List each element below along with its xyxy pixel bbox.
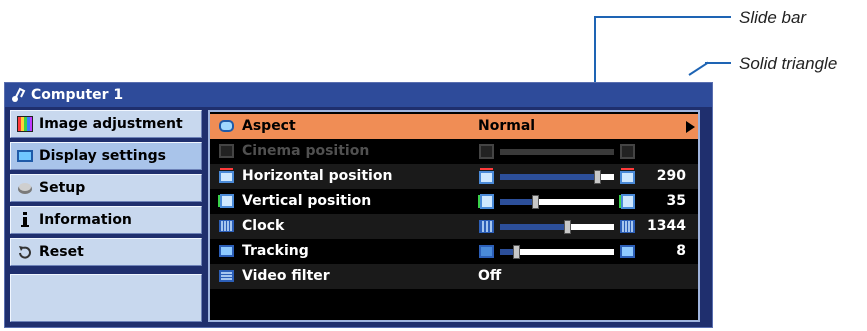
horizontal-position-slider[interactable]: [478, 168, 635, 185]
callout-solid-triangle: Solid triangle: [739, 54, 838, 73]
menu-row-horizontal-position[interactable]: Horizontal position 290: [210, 164, 698, 189]
sidebar-item-information[interactable]: Information: [10, 206, 202, 234]
menu-row-video-filter[interactable]: Video filter Off: [210, 264, 698, 289]
sidebar-item-label: Information: [39, 212, 132, 228]
cinema-position-slider: [478, 143, 635, 160]
sidebar-item-reset[interactable]: Reset: [10, 238, 202, 266]
menu-row-label: Video filter: [242, 268, 330, 284]
menu-row-label: Horizontal position: [242, 168, 393, 184]
display-settings-icon: [17, 150, 33, 162]
menu-row-label: Tracking: [242, 243, 309, 259]
aspect-icon: [219, 120, 234, 132]
menu-row-tracking[interactable]: Tracking 8: [210, 239, 698, 264]
slider-min-icon: [478, 194, 494, 209]
slider-fill: [500, 174, 598, 180]
sidebar-item-label: Reset: [39, 244, 84, 260]
setup-icon: [18, 183, 32, 194]
callout-line-slide-bar: [594, 16, 731, 18]
slider-fill: [500, 224, 568, 230]
settings-panel: Aspect Normal Cinema position Horizontal…: [208, 110, 700, 322]
slider-max-icon: [619, 194, 635, 209]
slider-max-icon: [620, 220, 635, 233]
sidebar-item-image-adjustment[interactable]: Image adjustment: [10, 110, 202, 138]
menu-row-value: 290: [656, 168, 686, 184]
information-icon: [21, 212, 29, 227]
slider-max-icon: [620, 144, 635, 159]
slider-track: [500, 149, 614, 155]
sidebar-item-label: Image adjustment: [39, 116, 183, 132]
image-adjustment-icon: [17, 116, 33, 132]
slider-fill: [500, 199, 536, 205]
callout-line-solid-triangle-diag: [688, 61, 709, 76]
slider-knob[interactable]: [594, 170, 601, 184]
sidebar-item-label: Display settings: [39, 148, 166, 164]
slider-track: [500, 245, 614, 259]
tracking-slider[interactable]: [478, 243, 635, 260]
menu-row-label: Clock: [242, 218, 285, 234]
slider-knob[interactable]: [513, 245, 520, 259]
menu-row-value: Off: [478, 268, 502, 284]
menu-row-label: Cinema position: [242, 143, 370, 159]
menu-row-label: Vertical position: [242, 193, 372, 209]
horizontal-position-icon: [219, 168, 234, 183]
callout-slide-bar: Slide bar: [739, 8, 807, 27]
menu-row-vertical-position[interactable]: Vertical position 35: [210, 189, 698, 214]
sidebar-item-display-settings[interactable]: Display settings: [10, 142, 202, 170]
osd-window: Computer 1 Image adjustment Display sett…: [4, 82, 713, 328]
vertical-position-icon: [218, 194, 234, 208]
window-title: Computer 1: [31, 87, 124, 103]
menu-row-value: 35: [666, 193, 686, 209]
sidebar-item-setup[interactable]: Setup: [10, 174, 202, 202]
vertical-position-slider[interactable]: [478, 193, 635, 210]
tracking-icon: [219, 245, 234, 257]
slider-max-icon: [620, 245, 635, 258]
clock-slider[interactable]: [478, 218, 635, 235]
reset-icon: [19, 246, 31, 259]
menu-row-value: 8: [676, 243, 686, 259]
video-filter-icon: [219, 270, 234, 282]
menu-row-aspect[interactable]: Aspect Normal: [210, 114, 698, 139]
menu-row-value: 1344: [647, 218, 686, 234]
slider-min-icon: [479, 220, 494, 233]
menu-row-value: Normal: [478, 118, 536, 134]
menu-row-label: Aspect: [242, 118, 296, 134]
menu-row-clock[interactable]: Clock 1344: [210, 214, 698, 239]
slider-min-icon: [479, 245, 494, 258]
sidebar-empty-area: [10, 274, 202, 322]
slider-min-icon: [479, 144, 494, 159]
cinema-position-icon: [219, 144, 234, 158]
slider-knob[interactable]: [564, 220, 571, 234]
slider-max-icon: [620, 168, 635, 184]
slider-track: [500, 195, 614, 209]
clock-icon: [219, 220, 234, 232]
menu-row-empty: [210, 289, 698, 314]
slider-min-icon: [479, 168, 494, 184]
solid-triangle-icon[interactable]: [686, 121, 695, 133]
slider-knob[interactable]: [532, 195, 539, 209]
music-note-icon: [12, 87, 26, 102]
slider-track: [500, 220, 614, 234]
menu-row-cinema-position: Cinema position: [210, 139, 698, 164]
sidebar-item-label: Setup: [39, 180, 86, 196]
title-bar: Computer 1: [5, 83, 712, 107]
sidebar: Image adjustment Display settings Setup …: [10, 110, 202, 322]
slider-track: [500, 170, 614, 184]
